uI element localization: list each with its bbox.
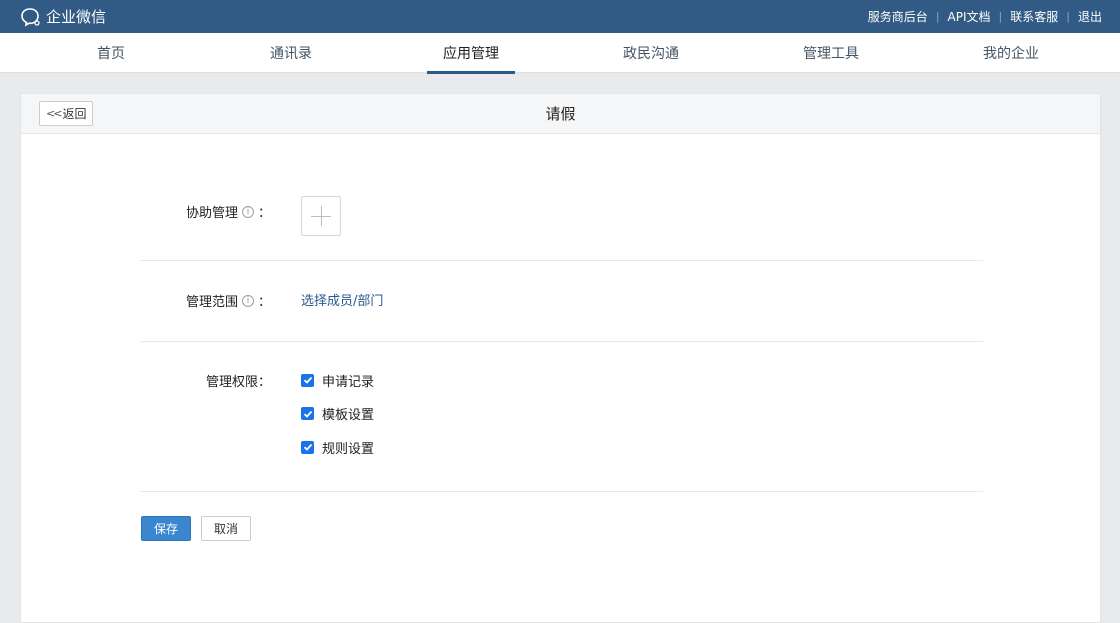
top-bar: 企业微信 服务商后台 | API文档 | 联系客服 | 退出: [0, 0, 1120, 33]
main-nav: 首页 通讯录 应用管理 政民沟通 管理工具 我的企业: [0, 33, 1120, 74]
permission-template-settings[interactable]: 模板设置: [301, 404, 374, 424]
assist-admin-label-group: 协助管理 i ：: [186, 202, 271, 221]
scope-label-group: 管理范围 i ：: [186, 291, 271, 310]
panel-header: 请假 << 返回: [21, 94, 1100, 134]
info-circle-icon[interactable]: i: [241, 205, 254, 218]
permission-label: 申请记录: [322, 374, 375, 390]
api-docs-link[interactable]: API文档: [948, 8, 991, 25]
logout-link[interactable]: 退出: [1078, 8, 1102, 25]
checked-checkbox-icon[interactable]: [301, 373, 314, 387]
page-title: 请假: [545, 105, 576, 123]
separator: |: [935, 10, 940, 23]
tab-contacts[interactable]: 通讯录: [247, 33, 335, 73]
checked-checkbox-icon[interactable]: [301, 407, 314, 420]
double-chevron-left-icon: <<: [46, 107, 63, 120]
cancel-button[interactable]: 取消: [201, 516, 251, 541]
permission-label: 模板设置: [322, 408, 375, 423]
back-button[interactable]: << 返回: [39, 101, 94, 126]
tab-app-management[interactable]: 应用管理: [427, 33, 515, 74]
checked-checkbox-icon[interactable]: [301, 440, 314, 454]
label-colon: ：: [257, 206, 271, 221]
info-circle-icon[interactable]: i: [241, 294, 254, 307]
permissions-row: 管理权限： 申请记录 模板设置 规则设置: [141, 342, 983, 492]
permissions-label: 管理权限：: [205, 375, 271, 390]
tab-management-tools[interactable]: 管理工具: [787, 33, 875, 73]
add-assist-admin-button[interactable]: [301, 196, 341, 236]
form-actions: 保存 取消: [141, 516, 251, 541]
back-label: 返回: [62, 107, 87, 121]
tab-my-enterprise[interactable]: 我的企业: [967, 33, 1055, 73]
service-provider-link[interactable]: 服务商后台: [868, 8, 928, 25]
assist-admin-label: 协助管理: [185, 206, 238, 221]
scope-row: 管理范围 i ： 选择成员/部门: [141, 261, 983, 342]
top-links: 服务商后台 | API文档 | 联系客服 | 退出: [868, 8, 1102, 25]
separator: |: [1066, 10, 1070, 23]
label-colon: ：: [257, 295, 271, 310]
tab-home[interactable]: 首页: [67, 33, 155, 73]
assist-admin-row: 协助管理 i ：: [141, 174, 983, 261]
permissions-checklist: 申请记录 模板设置 规则设置: [301, 370, 374, 471]
brand-name: 企业微信: [46, 8, 107, 26]
contact-support-link[interactable]: 联系客服: [1010, 8, 1058, 25]
wechat-work-logo-icon: [21, 7, 40, 27]
separator: |: [998, 10, 1003, 23]
permission-apply-records[interactable]: 申请记录: [301, 370, 374, 390]
save-button[interactable]: 保存: [141, 516, 191, 541]
admin-form: 协助管理 i ： 管理范围 i ： 选择成员/部门 管理权限： 申请记录 模板设…: [141, 174, 983, 492]
brand[interactable]: 企业微信: [20, 6, 106, 27]
content-panel: 请假 << 返回 协助管理 i ： 管理范围 i ： 选择成员/部门 管理权限：…: [20, 93, 1101, 623]
permission-label: 规则设置: [322, 441, 375, 457]
select-members-link[interactable]: 选择成员/部门: [301, 290, 383, 309]
permission-rule-settings[interactable]: 规则设置: [301, 437, 374, 457]
scope-label: 管理范围: [185, 295, 238, 310]
tab-government-communication[interactable]: 政民沟通: [607, 33, 695, 73]
